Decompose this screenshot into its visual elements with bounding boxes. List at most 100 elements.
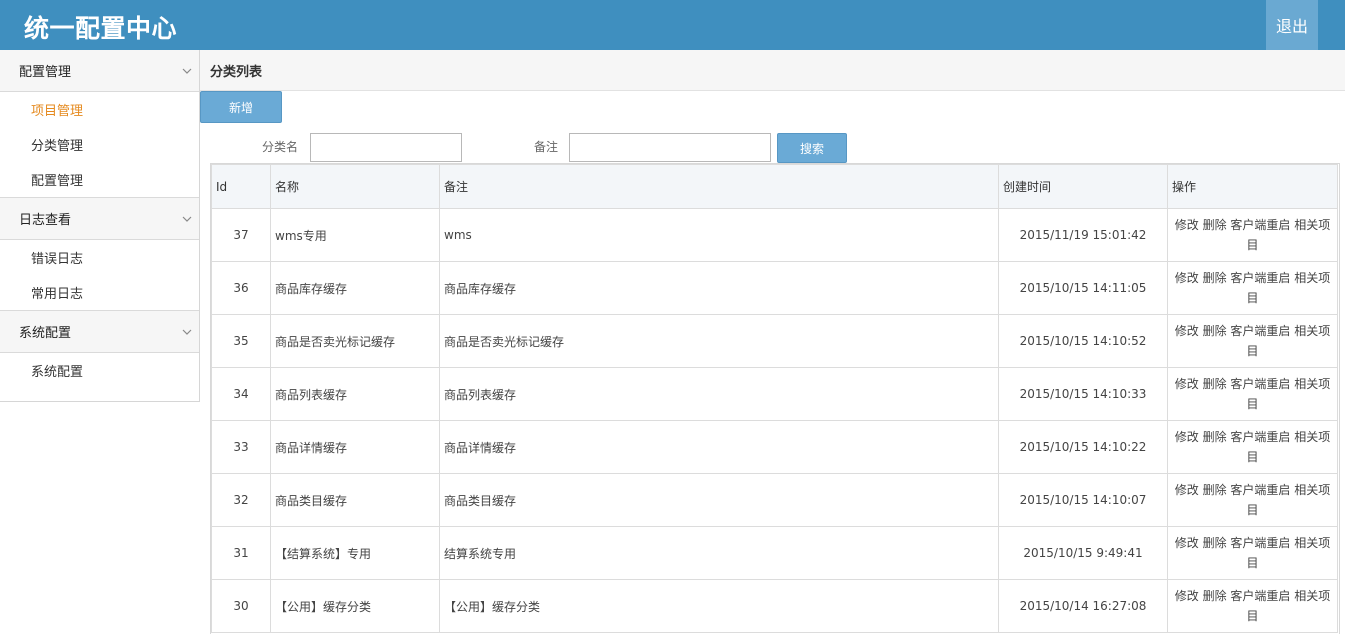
category-name-label: 分类名 bbox=[262, 140, 299, 154]
row-name: 商品是否卖光标记缓存 bbox=[270, 314, 440, 368]
row-actions: 修改 删除 客户端重启 相关项目 bbox=[1167, 579, 1338, 633]
sidebar: 配置管理 项目管理 分类管理 配置管理 日志查看 错误日志 常用日志 系统配置 系统配置 bbox=[0, 50, 200, 402]
edit-link[interactable]: 修改 bbox=[1175, 483, 1199, 497]
logout-button[interactable]: 退出 bbox=[1266, 0, 1318, 50]
sidebar-item[interactable]: 错误日志 bbox=[0, 240, 199, 275]
table-header-row: Id 名称 备注 创建时间 操作 bbox=[211, 164, 1338, 209]
row-id: 32 bbox=[211, 473, 271, 527]
category-name-input[interactable] bbox=[310, 133, 462, 162]
column-header-id: Id bbox=[211, 164, 271, 209]
sidebar-item[interactable]: 分类管理 bbox=[0, 127, 199, 162]
row-created-time: 2015/10/15 14:10:22 bbox=[998, 420, 1168, 474]
table-row: 32 商品类目缓存 商品类目缓存 2015/10/15 14:10:07 修改 删除 客… bbox=[211, 473, 1338, 527]
column-header-remark: 备注 bbox=[439, 164, 999, 209]
row-id: 33 bbox=[211, 420, 271, 474]
add-button[interactable]: 新增 bbox=[200, 91, 282, 123]
remark-input[interactable] bbox=[569, 133, 771, 162]
sidebar-group-header[interactable]: 配置管理 bbox=[0, 50, 199, 92]
row-remark: 商品类目缓存 bbox=[439, 473, 999, 527]
client-restart-link[interactable]: 客户端重启 bbox=[1230, 377, 1290, 391]
sidebar-group: 系统配置 系统配置 bbox=[0, 311, 199, 388]
row-created-time: 2015/10/15 14:10:33 bbox=[998, 367, 1168, 421]
sidebar-group-label: 日志查看 bbox=[19, 213, 72, 228]
sidebar-item[interactable]: 常用日志 bbox=[0, 275, 199, 310]
row-created-time: 2015/10/15 14:11:05 bbox=[998, 261, 1168, 315]
edit-link[interactable]: 修改 bbox=[1175, 377, 1199, 391]
category-table: Id 名称 备注 创建时间 操作 37 wms专用 wms 2015/11/19 15… bbox=[210, 163, 1340, 634]
table-row: 31 【结算系统】专用 结算系统专用 2015/10/15 9:49:41 修改 删除 … bbox=[211, 526, 1338, 580]
chevron-down-icon bbox=[182, 66, 192, 76]
row-remark: 【公用】缓存分类 bbox=[439, 579, 999, 633]
sidebar-item[interactable]: 系统配置 bbox=[0, 353, 199, 388]
client-restart-link[interactable]: 客户端重启 bbox=[1230, 430, 1290, 444]
delete-link[interactable]: 删除 bbox=[1203, 377, 1227, 391]
sidebar-group-items: 项目管理 分类管理 配置管理 bbox=[0, 92, 199, 198]
edit-link[interactable]: 修改 bbox=[1175, 271, 1199, 285]
edit-link[interactable]: 修改 bbox=[1175, 218, 1199, 232]
row-id: 35 bbox=[211, 314, 271, 368]
row-remark: 商品库存缓存 bbox=[439, 261, 999, 315]
edit-link[interactable]: 修改 bbox=[1175, 536, 1199, 550]
row-created-time: 2015/10/15 9:49:41 bbox=[998, 526, 1168, 580]
row-remark: 商品详情缓存 bbox=[439, 420, 999, 474]
row-remark: 商品是否卖光标记缓存 bbox=[439, 314, 999, 368]
row-id: 30 bbox=[211, 579, 271, 633]
row-actions: 修改 删除 客户端重启 相关项目 bbox=[1167, 314, 1338, 368]
delete-link[interactable]: 删除 bbox=[1203, 218, 1227, 232]
row-remark: 结算系统专用 bbox=[439, 526, 999, 580]
client-restart-link[interactable]: 客户端重启 bbox=[1230, 218, 1290, 232]
row-created-time: 2015/11/19 15:01:42 bbox=[998, 208, 1168, 262]
search-button[interactable]: 搜索 bbox=[777, 133, 847, 163]
delete-link[interactable]: 删除 bbox=[1203, 271, 1227, 285]
client-restart-link[interactable]: 客户端重启 bbox=[1230, 271, 1290, 285]
row-name: 【结算系统】专用 bbox=[270, 526, 440, 580]
row-actions: 修改 删除 客户端重启 相关项目 bbox=[1167, 261, 1338, 315]
app-title: 统一配置中心 bbox=[24, 14, 178, 43]
client-restart-link[interactable]: 客户端重启 bbox=[1230, 536, 1290, 550]
delete-link[interactable]: 删除 bbox=[1203, 589, 1227, 603]
sidebar-group-header[interactable]: 日志查看 bbox=[0, 198, 199, 240]
row-actions: 修改 删除 客户端重启 相关项目 bbox=[1167, 473, 1338, 527]
edit-link[interactable]: 修改 bbox=[1175, 324, 1199, 338]
row-name: wms专用 bbox=[270, 208, 440, 262]
sidebar-group-header[interactable]: 系统配置 bbox=[0, 311, 199, 353]
client-restart-link[interactable]: 客户端重启 bbox=[1230, 589, 1290, 603]
client-restart-link[interactable]: 客户端重启 bbox=[1230, 483, 1290, 497]
table-row: 34 商品列表缓存 商品列表缓存 2015/10/15 14:10:33 修改 删除 客… bbox=[211, 367, 1338, 421]
delete-link[interactable]: 删除 bbox=[1203, 483, 1227, 497]
row-created-time: 2015/10/15 14:10:52 bbox=[998, 314, 1168, 368]
remark-label: 备注 bbox=[534, 140, 559, 154]
column-header-actions: 操作 bbox=[1167, 164, 1338, 209]
row-actions: 修改 删除 客户端重启 相关项目 bbox=[1167, 367, 1338, 421]
column-header-name: 名称 bbox=[270, 164, 440, 209]
row-actions: 修改 删除 客户端重启 相关项目 bbox=[1167, 208, 1338, 262]
sidebar-group-items: 错误日志 常用日志 bbox=[0, 240, 199, 311]
sidebar-item[interactable]: 项目管理 bbox=[0, 92, 199, 127]
column-header-created: 创建时间 bbox=[998, 164, 1168, 209]
delete-link[interactable]: 删除 bbox=[1203, 536, 1227, 550]
edit-link[interactable]: 修改 bbox=[1175, 430, 1199, 444]
table-row: 37 wms专用 wms 2015/11/19 15:01:42 修改 删除 客户端重启… bbox=[211, 208, 1338, 262]
sidebar-group-label: 系统配置 bbox=[19, 326, 72, 341]
sidebar-group-items: 系统配置 bbox=[0, 353, 199, 388]
delete-link[interactable]: 删除 bbox=[1203, 430, 1227, 444]
chevron-down-icon bbox=[182, 327, 192, 337]
client-restart-link[interactable]: 客户端重启 bbox=[1230, 324, 1290, 338]
sidebar-group: 配置管理 项目管理 分类管理 配置管理 bbox=[0, 50, 199, 198]
top-bar: 统一配置中心 退出 bbox=[0, 0, 1345, 50]
main-content: 分类列表 新增 分类名 备注 搜索 Id 名称 备注 创建时间 操作 37 wms… bbox=[200, 50, 1345, 634]
table-row: 30 【公用】缓存分类 【公用】缓存分类 2015/10/14 16:27:08 修改 … bbox=[211, 579, 1338, 633]
row-name: 商品类目缓存 bbox=[270, 473, 440, 527]
row-id: 37 bbox=[211, 208, 271, 262]
sidebar-item[interactable]: 配置管理 bbox=[0, 162, 199, 197]
delete-link[interactable]: 删除 bbox=[1203, 324, 1227, 338]
row-id: 36 bbox=[211, 261, 271, 315]
row-id: 34 bbox=[211, 367, 271, 421]
row-id: 31 bbox=[211, 526, 271, 580]
row-name: 商品详情缓存 bbox=[270, 420, 440, 474]
row-name: 【公用】缓存分类 bbox=[270, 579, 440, 633]
edit-link[interactable]: 修改 bbox=[1175, 589, 1199, 603]
row-created-time: 2015/10/14 16:27:08 bbox=[998, 579, 1168, 633]
row-remark: wms bbox=[439, 208, 999, 262]
sidebar-group: 日志查看错误日志 常用日志 bbox=[0, 198, 199, 311]
